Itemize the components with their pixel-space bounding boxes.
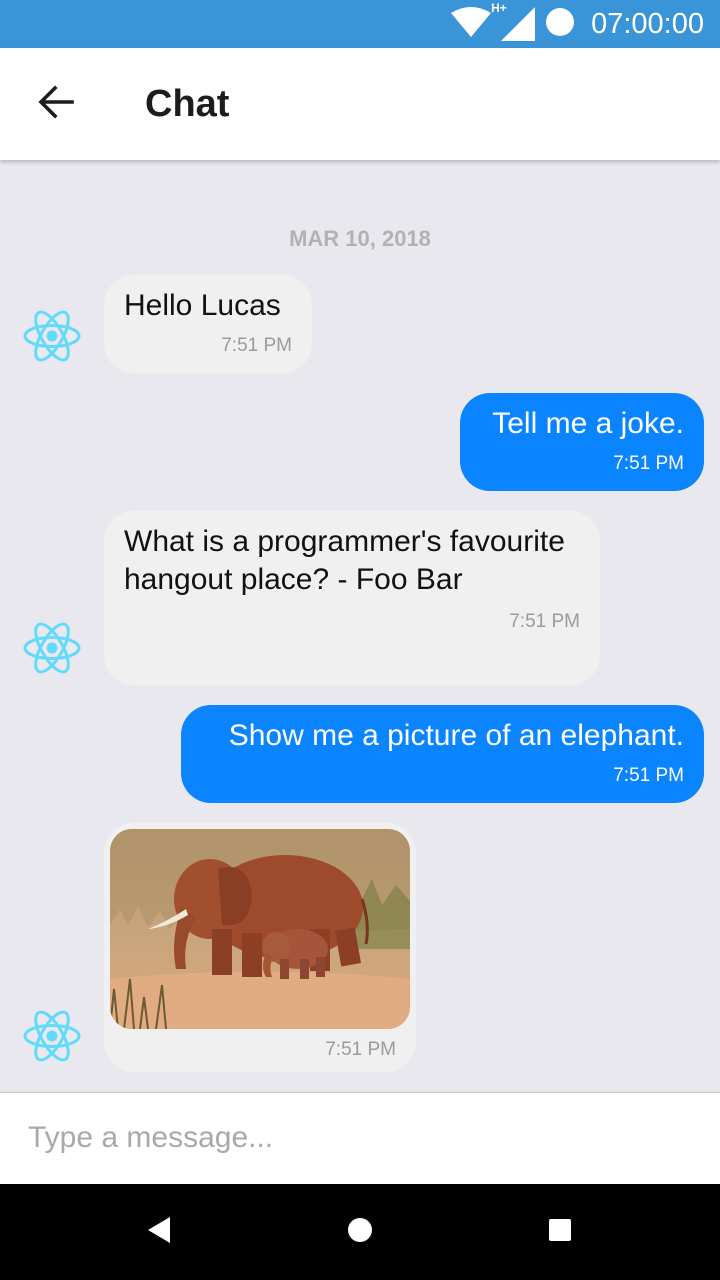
elephant-photo[interactable] xyxy=(110,829,410,1029)
message-time: 7:51 PM xyxy=(613,765,684,786)
message-bubble-image[interactable]: 7:51 PM xyxy=(104,823,416,1072)
message-bubble-outgoing[interactable]: Show me a picture of an elephant. 7:51 P… xyxy=(181,705,704,803)
status-time: 07:00:00 xyxy=(591,8,704,40)
nav-back-button[interactable] xyxy=(136,1208,184,1256)
react-logo-icon xyxy=(22,310,82,370)
message-input[interactable] xyxy=(28,1093,688,1183)
status-bar: H+ 07:00:00 xyxy=(0,0,720,48)
message-composer xyxy=(0,1092,720,1184)
nav-home-button[interactable] xyxy=(336,1208,384,1256)
nav-recents-button[interactable] xyxy=(536,1208,584,1256)
react-logo-icon xyxy=(22,1010,82,1070)
battery-icon xyxy=(545,7,575,42)
status-icons: H+ 07:00:00 xyxy=(451,0,704,48)
message-text: Hello Lucas xyxy=(124,289,281,322)
message-text: Show me a picture of an elephant. xyxy=(228,719,684,752)
system-nav-bar xyxy=(0,1184,720,1280)
signal-icon: H+ xyxy=(491,1,536,41)
message-text: What is a programmer's favourite hangout… xyxy=(124,525,565,596)
react-logo-icon xyxy=(22,622,82,682)
back-triangle-icon xyxy=(148,1216,172,1248)
avatar xyxy=(22,618,82,678)
avatar xyxy=(22,306,82,366)
message-bubble-incoming[interactable]: Hello Lucas 7:51 PM xyxy=(104,275,312,373)
message-time: 7:51 PM xyxy=(221,335,292,356)
recents-square-icon xyxy=(549,1218,571,1246)
message-time: 7:51 PM xyxy=(613,453,684,474)
chat-messages[interactable]: MAR 10, 2018 Hello Lucas 7:51 PM Tell me… xyxy=(0,160,720,1092)
avatar xyxy=(22,1006,82,1066)
back-button[interactable] xyxy=(24,72,88,136)
wifi-icon xyxy=(451,6,492,42)
message-time: 7:51 PM xyxy=(325,1039,396,1060)
message-time: 7:51 PM xyxy=(509,611,580,632)
message-text: Tell me a joke. xyxy=(492,407,684,440)
home-circle-icon xyxy=(347,1217,373,1248)
network-type-label: H+ xyxy=(491,1,507,15)
app-bar: Chat xyxy=(0,48,720,160)
message-bubble-incoming[interactable]: What is a programmer's favourite hangout… xyxy=(104,511,600,685)
page-title: Chat xyxy=(145,83,230,125)
arrow-left-icon xyxy=(38,84,74,125)
date-separator: MAR 10, 2018 xyxy=(289,226,431,251)
message-bubble-outgoing[interactable]: Tell me a joke. 7:51 PM xyxy=(460,393,704,491)
